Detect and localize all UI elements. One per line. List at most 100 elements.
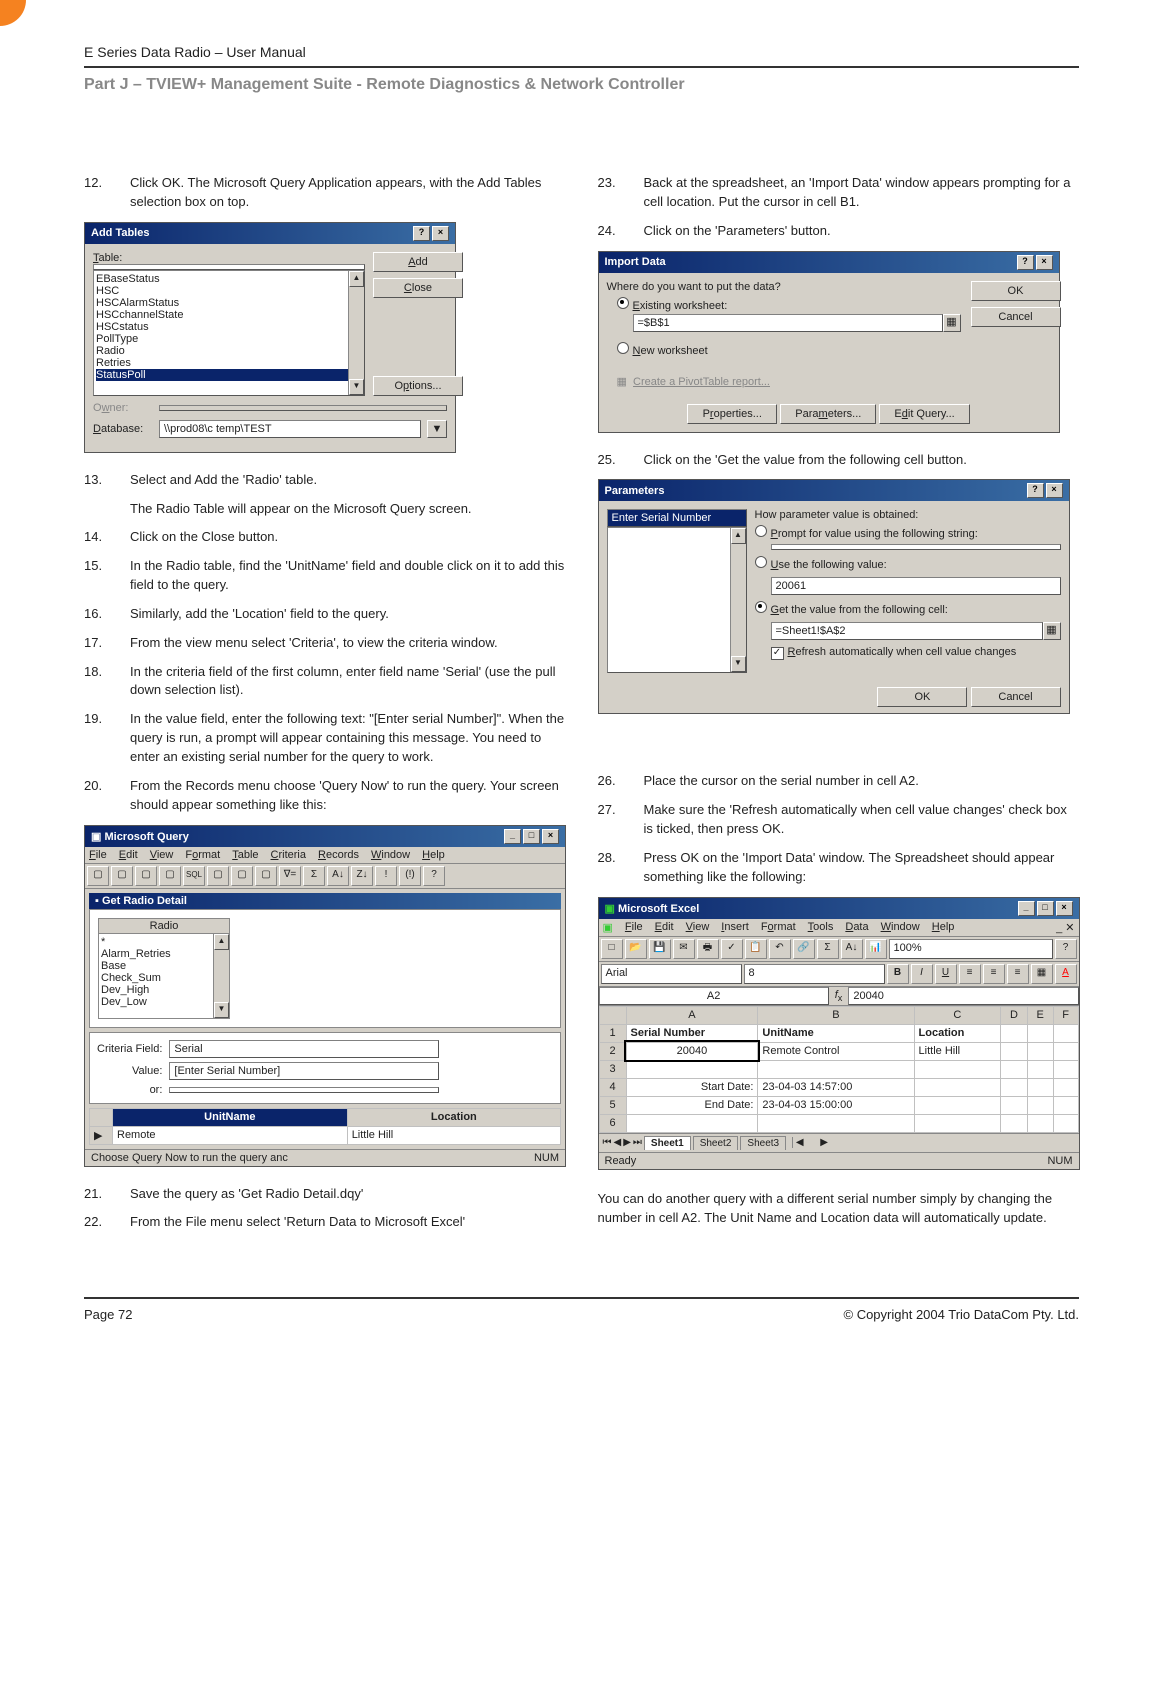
run-icon[interactable]: ! [375,866,397,886]
toolbar-icon[interactable]: ▢ [255,866,277,886]
list-item[interactable]: Retries [96,357,362,369]
col-header-f[interactable]: F [1053,1006,1078,1024]
bold-icon[interactable]: B [887,964,909,984]
menu-criteria[interactable]: Criteria [271,849,306,861]
list-item[interactable]: HSCstatus [96,321,362,333]
toolbar-icon[interactable]: ▢ [135,866,157,886]
toolbar-icon[interactable]: ▢ [159,866,181,886]
col-header-b[interactable]: B [758,1006,914,1024]
param-listbox[interactable]: ▲ ▼ [607,527,747,673]
list-item[interactable]: EBaseStatus [96,273,362,285]
hscrollbar[interactable]: ◀ ▶ [792,1137,1074,1148]
tabnav-prev-icon[interactable]: ◀ [614,1137,622,1148]
use-value-field[interactable]: 20061 [771,577,1061,595]
align-left-icon[interactable]: ≡ [959,964,981,984]
close-icon[interactable]: × [1046,483,1063,498]
scroll-up-icon[interactable]: ▲ [214,934,229,950]
menu-table[interactable]: Table [232,849,258,861]
link-icon[interactable]: 🔗 [793,939,815,959]
maximize-icon[interactable]: □ [1037,901,1054,916]
prompt-string-field[interactable] [771,544,1061,550]
fx-icon[interactable]: fx [829,987,849,1005]
scroll-down-icon[interactable]: ▼ [731,656,746,672]
menu-window[interactable]: Window [881,921,920,934]
list-item[interactable]: HSCchannelState [96,309,362,321]
menu-view[interactable]: View [686,921,710,934]
list-item[interactable]: Alarm_Retries [101,948,227,960]
table-row[interactable]: 1Serial NumberUnitNameLocation [599,1024,1078,1042]
refresh-checkbox[interactable]: ✓ [771,647,784,660]
list-item[interactable]: HSCAlarmStatus [96,297,362,309]
close-icon[interactable]: × [1056,901,1073,916]
menu-format[interactable]: Format [761,921,796,934]
parameters-button[interactable]: Parameters... [780,404,876,424]
ok-button[interactable]: OK [877,687,967,707]
chart-icon[interactable]: 📊 [865,939,887,959]
minimize-icon[interactable]: _ [1018,901,1035,916]
sigma-icon[interactable]: Σ [303,866,325,886]
radio-new[interactable] [617,342,629,354]
scroll-up-icon[interactable]: ▲ [731,528,746,544]
criteria-field-input[interactable]: Serial [169,1040,439,1058]
name-box[interactable]: A2 [599,987,829,1005]
scroll-up-icon[interactable]: ▲ [349,271,364,287]
row-selector[interactable] [90,1108,113,1126]
scrollbar[interactable]: ▲ ▼ [213,934,229,1018]
toolbar-icon[interactable]: ▢ [111,866,133,886]
cell-location[interactable]: Little Hill [347,1126,560,1144]
menu-insert[interactable]: Insert [721,921,749,934]
radio-use-value[interactable] [755,556,767,568]
email-icon[interactable]: ✉ [673,939,695,959]
close-icon[interactable]: × [1036,255,1053,270]
toolbar-icon[interactable]: ▢ [231,866,253,886]
column-header-location[interactable]: Location [347,1108,560,1126]
font-size-field[interactable]: 8 [744,964,885,984]
close-icon[interactable]: × [542,829,559,844]
list-item[interactable]: Base [101,960,227,972]
menu-records[interactable]: Records [318,849,359,861]
sheet-tab-2[interactable]: Sheet2 [693,1136,739,1150]
menu-data[interactable]: Data [845,921,868,934]
tabnav-last-icon[interactable]: ⏭ [633,1137,642,1148]
col-header-e[interactable]: E [1027,1006,1053,1024]
list-item[interactable]: * [101,936,227,948]
print-icon[interactable]: 🖶 [697,939,719,959]
border-icon[interactable]: ▦ [1031,964,1053,984]
add-button[interactable]: Add [373,252,463,272]
scrollbar[interactable]: ▲ ▼ [348,271,364,395]
menu-window[interactable]: Window [371,849,410,861]
close-button[interactable]: Close [373,278,463,298]
existing-cell-field[interactable]: =$B$1 [633,314,943,332]
maximize-icon[interactable]: □ [523,829,540,844]
workbook-close-icon[interactable]: _ ✕ [1056,921,1074,934]
help-icon[interactable]: ? [1027,483,1044,498]
cell-ref-field[interactable]: =Sheet1!$A$2 [771,622,1043,640]
tabnav-first-icon[interactable]: ⏮ [603,1137,612,1148]
radio-prompt[interactable] [755,525,767,537]
spell-icon[interactable]: ✓ [721,939,743,959]
menu-edit[interactable]: Edit [655,921,674,934]
menu-tools[interactable]: Tools [808,921,834,934]
radio-get-cell[interactable] [755,601,767,613]
col-header-c[interactable]: C [914,1006,1001,1024]
open-icon[interactable]: 📂 [625,939,647,959]
autosum-icon[interactable]: Σ [817,939,839,959]
menu-format[interactable]: Format [185,849,220,861]
sort-desc-icon[interactable]: Z↓ [351,866,373,886]
list-item[interactable]: HSC [96,285,362,297]
menu-edit[interactable]: Edit [119,849,138,861]
edit-query-button[interactable]: Edit Query... [879,404,969,424]
criteria-value-input[interactable]: [Enter Serial Number] [169,1062,439,1080]
sheet-tab-1[interactable]: Sheet1 [644,1136,691,1150]
ok-button[interactable]: OK [971,281,1061,301]
cancel-button[interactable]: Cancel [971,307,1061,327]
menu-file[interactable]: File [625,921,643,934]
cancel-button[interactable]: Cancel [971,687,1061,707]
underline-icon[interactable]: U [935,964,957,984]
zoom-field[interactable]: 100% [889,939,1053,959]
close-icon[interactable]: × [432,226,449,241]
properties-button[interactable]: Properties... [687,404,777,424]
help-icon[interactable]: ? [1017,255,1034,270]
sort-icon[interactable]: A↓ [841,939,863,959]
tables-listbox[interactable]: EBaseStatus HSC HSCAlarmStatus HSCchanne… [93,270,365,396]
